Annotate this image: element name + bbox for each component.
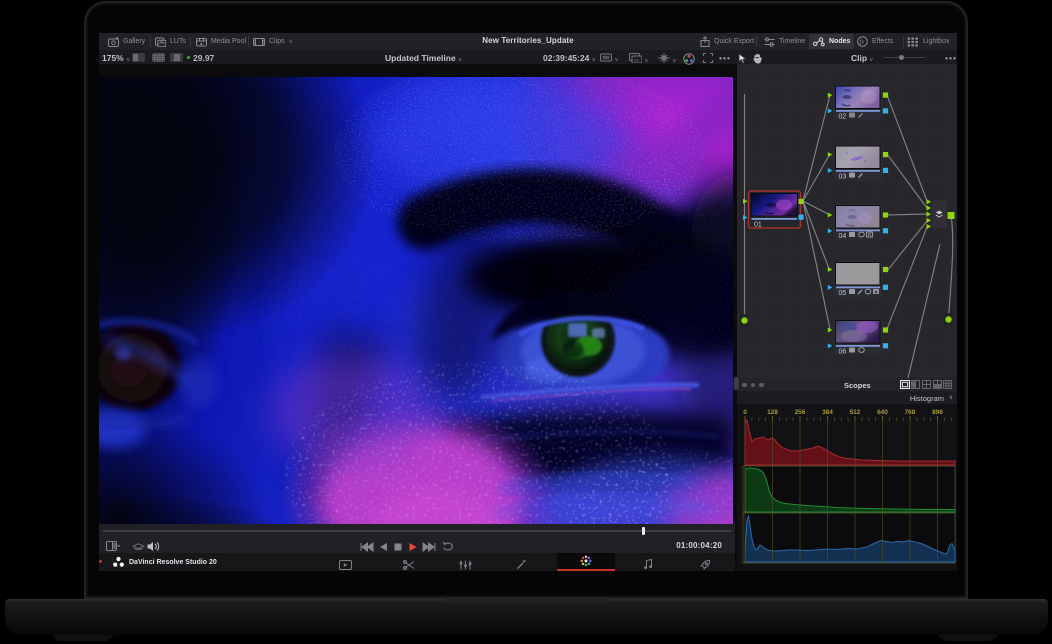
svg-text:256: 256 [795, 409, 806, 416]
svg-text:768: 768 [905, 409, 916, 416]
svg-text:896: 896 [932, 409, 943, 416]
svg-text:02: 02 [839, 114, 847, 121]
svg-text:03: 03 [839, 174, 847, 181]
svg-text:128: 128 [767, 409, 778, 416]
svg-text:0: 0 [743, 409, 747, 416]
svg-text:512: 512 [850, 409, 861, 416]
svg-text:04: 04 [839, 233, 847, 240]
svg-text:01: 01 [754, 222, 762, 229]
svg-text:fx: fx [860, 39, 865, 46]
svg-text:05: 05 [839, 290, 847, 297]
svg-text:06: 06 [839, 349, 847, 356]
svg-text:384: 384 [822, 409, 833, 416]
svg-text:640: 640 [877, 409, 888, 416]
svg-text:us: us [634, 57, 640, 62]
